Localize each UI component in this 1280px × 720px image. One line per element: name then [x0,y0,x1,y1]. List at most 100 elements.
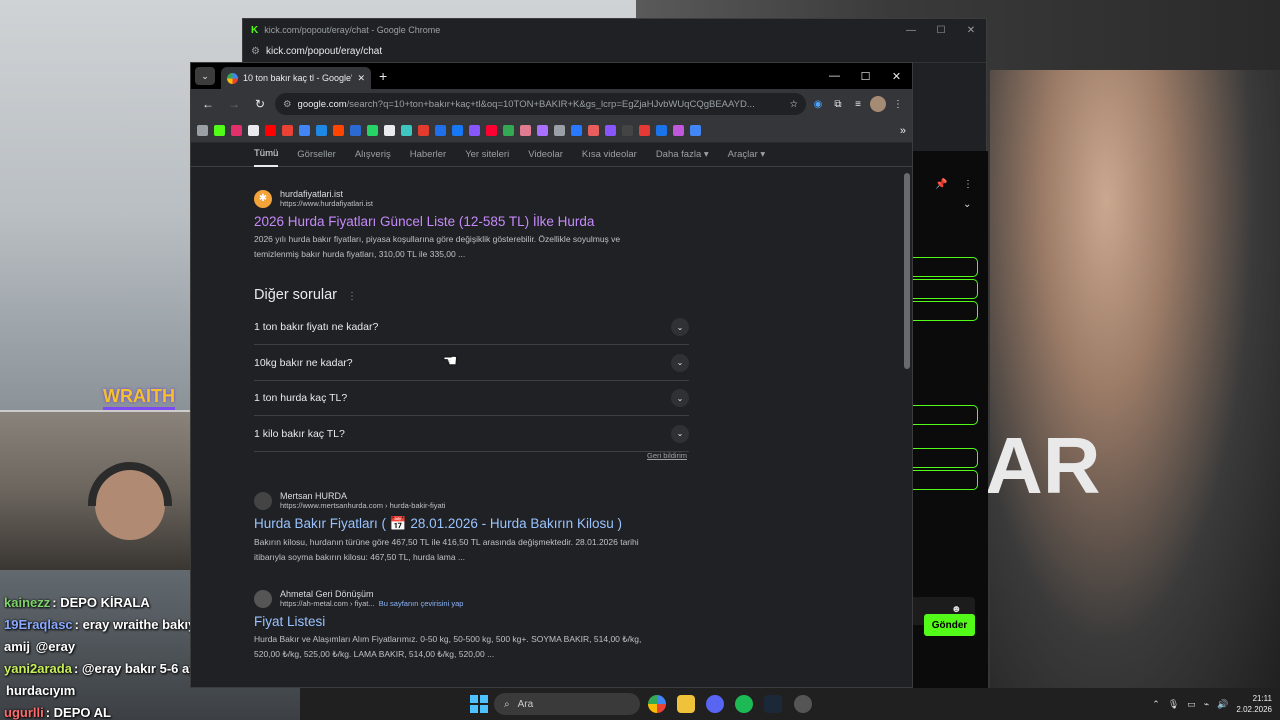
media-control-icon[interactable]: ≡ [850,96,866,112]
volume-icon[interactable]: 🔊 [1217,699,1228,710]
maximize-icon[interactable]: ☐ [926,19,956,41]
minimize-icon[interactable]: — [819,70,850,83]
bookmark-icon[interactable] [248,125,259,136]
profile-avatar-icon[interactable] [870,96,886,112]
bookmark-icon[interactable] [214,125,225,136]
bookmark-icon[interactable] [282,125,293,136]
forward-icon[interactable]: → [223,93,245,115]
search-tab[interactable]: Videolar [528,143,563,167]
paa-question[interactable]: 10kg bakır ne kadar? ⌄ [254,346,689,381]
bookmarks-overflow-icon[interactable]: » [900,125,906,137]
bookmark-icon[interactable] [622,125,633,136]
kick-window-titlebar[interactable]: K kick.com/popout/eray/chat - Google Chr… [243,19,986,41]
search-tab[interactable]: Yer siteleri [465,143,509,167]
kick-field[interactable] [913,301,978,321]
bookmark-icon[interactable] [197,125,208,136]
bookmark-icon[interactable] [435,125,446,136]
site-info-icon[interactable]: ⚙ [283,99,292,110]
send-button[interactable]: Gönder [924,614,975,636]
bookmark-icon[interactable] [486,125,497,136]
search-tab[interactable]: Haberler [410,143,446,167]
pin-icon[interactable]: 📌 [935,179,947,190]
chrome-window[interactable]: ⌄ 10 ton bakır kaç tl - Google'da ✕ + — … [190,62,913,688]
chevron-down-icon[interactable]: ⌄ [671,389,689,407]
bookmark-icon[interactable] [265,125,276,136]
site-info-icon[interactable]: ⚙ [251,46,260,57]
bookmark-star-icon[interactable]: ☆ [789,99,798,110]
paa-question[interactable]: 1 ton hurda kaç TL? ⌄ [254,381,689,416]
search-tab[interactable]: Tümü [254,143,279,167]
bookmark-icon[interactable] [639,125,650,136]
bookmark-icon[interactable] [673,125,684,136]
chevron-down-icon[interactable]: ⌄ [671,353,689,372]
bookmark-icon[interactable] [588,125,599,136]
tab-close-icon[interactable]: ✕ [357,73,365,84]
bookmark-icon[interactable] [452,125,463,136]
bookmark-icon[interactable] [418,125,429,136]
bookmark-icon[interactable] [333,125,344,136]
puzzle-icon[interactable]: ⧉ [830,96,846,112]
search-tab[interactable]: Görseller [297,143,336,167]
bookmark-icon[interactable] [605,125,616,136]
bookmark-icon[interactable] [231,125,242,136]
search-tab[interactable]: Daha fazla ▾ [656,143,709,167]
taskbar-search[interactable]: ⌕ Ara [494,693,640,715]
bookmark-icon[interactable] [316,125,327,136]
spotify-icon[interactable] [735,695,753,713]
more-icon[interactable]: ⋮ [347,291,357,302]
discord-icon[interactable] [706,695,724,713]
menu-icon[interactable]: ⋮ [890,96,906,112]
new-tab-icon[interactable]: + [379,68,387,84]
bookmark-icon[interactable] [384,125,395,136]
bookmark-icon[interactable] [401,125,412,136]
search-tab[interactable]: Alışveriş [355,143,391,167]
kick-field[interactable] [913,257,978,277]
close-icon[interactable]: ✕ [881,70,912,83]
microphone-icon[interactable]: 🎙 [1168,699,1179,710]
result-site-row[interactable]: ✱ hurdafiyatlari.ist https://www.hurdafi… [254,189,694,208]
close-icon[interactable]: ✕ [956,19,986,41]
kick-field[interactable] [913,470,978,490]
bookmark-icon[interactable] [690,125,701,136]
kick-field[interactable] [913,448,978,468]
kick-field[interactable] [913,279,978,299]
network-icon[interactable]: ⌁ [1204,699,1209,710]
translate-link[interactable]: Bu sayfanın çevirisini yap [379,599,464,608]
address-bar[interactable]: ⚙ google.com/search?q=10+ton+bakır+kaç+t… [275,93,806,115]
steam-icon[interactable] [764,695,782,713]
extension-icon[interactable]: ◉ [810,96,826,112]
app-icon[interactable] [794,695,812,713]
paa-question[interactable]: 1 ton bakır fiyatı ne kadar? ⌄ [254,310,689,345]
bookmark-icon[interactable] [571,125,582,136]
paa-question[interactable]: 1 kilo bakır kaç TL? ⌄ [254,417,689,452]
result-title-link[interactable]: Hurda Bakır Fiyatları ( 📅 28.01.2026 - H… [254,516,694,532]
chevron-up-icon[interactable]: ⌃ [1152,699,1160,710]
bookmark-icon[interactable] [503,125,514,136]
clock[interactable]: 21:11 2.02.2026 [1236,693,1272,715]
chevron-down-icon[interactable]: ⌄ [671,424,689,443]
page-scrollbar[interactable] [904,173,910,369]
display-icon[interactable]: ▭ [1187,699,1196,710]
bookmark-icon[interactable] [469,125,480,136]
bookmark-icon[interactable] [350,125,361,136]
bookmark-icon[interactable] [520,125,531,136]
reload-icon[interactable]: ↻ [249,93,271,115]
kick-field[interactable] [913,405,978,425]
result-title-link[interactable]: 2026 Hurda Fiyatları Güncel Liste (12-58… [254,214,694,229]
file-explorer-icon[interactable] [677,695,695,713]
result-site-row[interactable]: Ahmetal Geri Dönüşüm https://ah-metal.co… [254,589,694,608]
windows-start-icon[interactable] [470,695,488,713]
tab-google-search[interactable]: 10 ton bakır kaç tl - Google'da ✕ [221,67,371,89]
chevron-down-icon[interactable]: ⌄ [671,318,689,336]
tab-search-icon[interactable]: ⌄ [195,67,215,85]
minimize-icon[interactable]: — [896,19,926,41]
feedback-link[interactable]: Geri bildirim [647,451,687,460]
search-tab[interactable]: Araçlar ▾ [728,143,766,167]
bookmark-icon[interactable] [299,125,310,136]
bookmark-icon[interactable] [656,125,667,136]
search-tab[interactable]: Kısa videolar [582,143,637,167]
result-title-link[interactable]: Fiyat Listesi [254,614,694,629]
chevron-down-icon[interactable]: ⌄ [963,199,971,210]
bookmark-icon[interactable] [554,125,565,136]
maximize-icon[interactable]: ☐ [850,70,881,83]
